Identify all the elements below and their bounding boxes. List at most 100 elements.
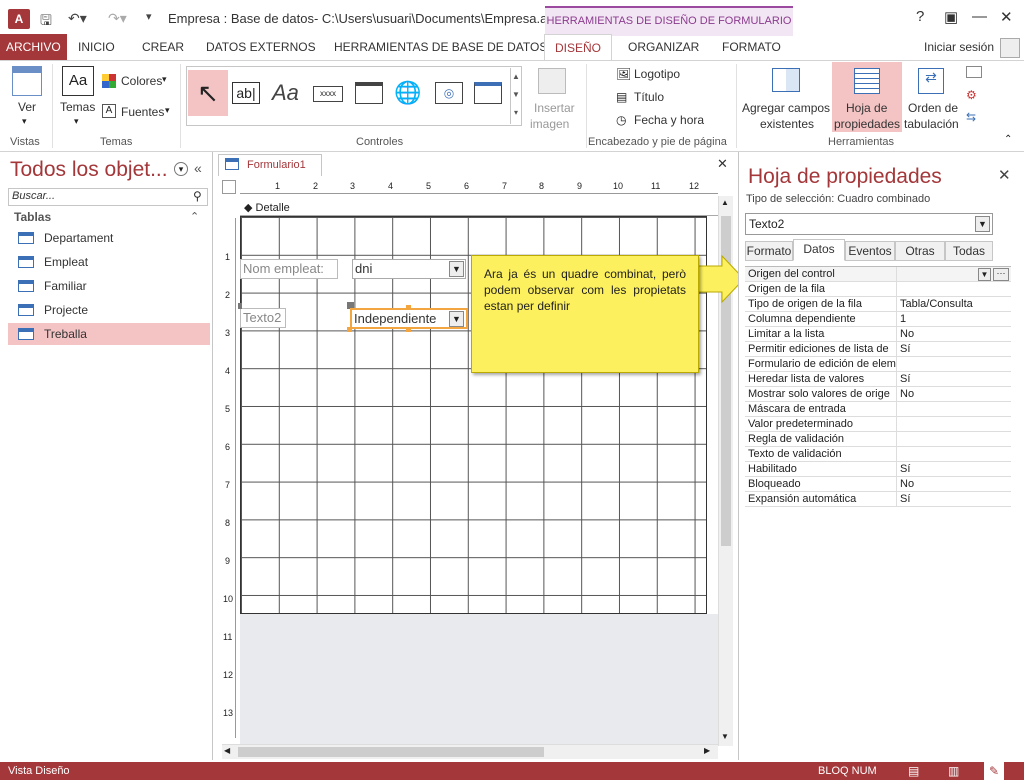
property-value[interactable] (897, 357, 1011, 371)
document-tab[interactable]: Formulario1 (218, 154, 322, 176)
design-view-icon[interactable]: ✎ (984, 762, 1004, 780)
fonts-button[interactable]: Fuentes (121, 105, 164, 119)
label-nom-empleat[interactable]: Nom empleat: (240, 259, 338, 279)
undo-icon[interactable]: ↶▾ (68, 10, 87, 27)
subform-icon[interactable] (966, 66, 982, 78)
builder-ellipsis-button[interactable]: ··· (993, 268, 1009, 281)
code-icon[interactable]: ⚙ (966, 88, 977, 102)
themes-button[interactable]: Temas (60, 100, 95, 114)
colors-button[interactable]: Colores (121, 74, 162, 88)
tab-inicio[interactable]: INICIO (70, 34, 123, 60)
tab-formato[interactable]: FORMATO (714, 34, 789, 60)
button-control-icon[interactable]: xxxx (313, 86, 343, 102)
select-pointer-icon[interactable]: ↖ (188, 70, 228, 116)
colors-dropdown-icon[interactable]: ▾ (162, 74, 167, 85)
add-fields-label-2[interactable]: existentes (760, 117, 814, 131)
label-texto2[interactable]: Texto2 (240, 308, 286, 328)
property-value[interactable]: Sí (897, 372, 1011, 386)
web-browser-control-icon[interactable]: ◎ (435, 82, 463, 104)
resize-handle[interactable] (406, 305, 411, 310)
property-value[interactable]: Tabla/Consulta (897, 297, 1011, 311)
property-row[interactable]: Origen de la fila (745, 282, 1011, 297)
search-icon[interactable]: ⚲ (193, 189, 202, 203)
customize-quick-access-icon[interactable]: ▾ (146, 10, 152, 23)
textbox-control-icon[interactable]: ab| (232, 82, 260, 104)
detail-section-bar[interactable]: ◆ Detalle (240, 200, 718, 216)
tab-order-label-1[interactable]: Orden de (908, 101, 958, 115)
access-app-icon[interactable]: A (8, 9, 30, 29)
horizontal-scrollbar[interactable]: ◀ ▶ (222, 744, 718, 759)
property-row[interactable]: Habilitado Sí (745, 462, 1011, 477)
property-value[interactable] (897, 402, 1011, 416)
property-value[interactable] (897, 432, 1011, 446)
nav-group-header[interactable]: Tablas (14, 210, 51, 224)
date-time-button[interactable]: Fecha y hora (634, 113, 704, 127)
property-sheet-icon[interactable] (854, 68, 880, 94)
signin-link[interactable]: Iniciar sesión (916, 34, 1002, 60)
shutter-bar-icon[interactable]: « (194, 160, 202, 176)
property-row[interactable]: Origen del control (745, 267, 1011, 282)
view-icon[interactable] (12, 66, 42, 96)
fonts-dropdown-icon[interactable]: ▾ (165, 105, 170, 116)
nav-pane-title[interactable]: Todos los objet... (10, 158, 168, 182)
form-view-icon[interactable]: ▤ (908, 762, 919, 780)
add-fields-icon[interactable] (772, 68, 800, 92)
nav-item-treballa[interactable]: Treballa (8, 323, 210, 345)
property-row[interactable]: Mostrar solo valores de orige No (745, 387, 1011, 402)
nav-item-empleat[interactable]: Empleat (8, 251, 210, 273)
close-property-sheet-icon[interactable]: ✕ (998, 166, 1011, 184)
view-button[interactable]: Ver (18, 100, 36, 114)
prop-tab-otras[interactable]: Otras (895, 241, 945, 261)
scroll-thumb[interactable] (238, 747, 544, 757)
title-button[interactable]: Título (634, 90, 664, 104)
selection-dropdown-icon[interactable]: ▼ (975, 216, 990, 232)
tab-archivo[interactable]: ARCHIVO (0, 34, 67, 60)
property-value[interactable]: No (897, 477, 1011, 491)
navigation-control-icon[interactable] (474, 82, 502, 104)
close-window-icon[interactable]: ✕ (1000, 8, 1013, 26)
themes-dropdown-icon[interactable]: ▾ (74, 116, 79, 127)
close-document-icon[interactable]: ✕ (717, 156, 728, 172)
move-handle[interactable] (238, 303, 242, 309)
prop-tab-formato[interactable]: Formato (745, 241, 793, 261)
hyperlink-control-icon[interactable]: 🌐 (394, 80, 421, 106)
colors-icon[interactable] (102, 74, 116, 88)
fonts-icon[interactable]: A (102, 104, 116, 118)
nav-menu-icon[interactable]: ▾ (174, 162, 188, 176)
resize-handle[interactable] (347, 327, 352, 332)
tab-order-icon[interactable]: ⇄ (918, 68, 944, 94)
tab-crear[interactable]: CREAR (134, 34, 192, 60)
property-row[interactable]: Máscara de entrada (745, 402, 1011, 417)
logo-icon[interactable]: 🖼 (616, 67, 631, 81)
property-value[interactable] (897, 447, 1011, 461)
themes-icon[interactable]: Aa (62, 66, 94, 96)
prop-tab-datos[interactable]: Datos (793, 239, 845, 261)
form-selector[interactable] (222, 180, 236, 194)
view-dropdown-icon[interactable]: ▾ (22, 116, 27, 127)
nav-search-input[interactable]: Buscar... (8, 188, 208, 206)
convert-macros-icon[interactable]: ⇆ (966, 110, 976, 124)
scroll-up-icon[interactable]: ▲ (721, 198, 729, 207)
property-sheet-label-1[interactable]: Hoja de (846, 101, 887, 115)
property-value[interactable]: Sí (897, 462, 1011, 476)
property-value[interactable]: No (897, 387, 1011, 401)
tab-datos-externos[interactable]: DATOS EXTERNOS (198, 34, 324, 60)
tab-diseno[interactable]: DISEÑO (544, 34, 612, 61)
resize-handle[interactable] (406, 327, 411, 332)
prop-tab-todas[interactable]: Todas (945, 241, 993, 261)
nav-item-projecte[interactable]: Projecte (8, 299, 210, 321)
property-value[interactable] (897, 417, 1011, 431)
property-row[interactable]: Formulario de edición de elem (745, 357, 1011, 372)
combo-dni-dropdown-icon[interactable]: ▼ (449, 261, 464, 277)
date-time-icon[interactable]: ◷ (616, 113, 626, 127)
prop-tab-eventos[interactable]: Eventos (845, 241, 895, 261)
title-icon[interactable]: ▤ (616, 90, 627, 104)
scroll-right-icon[interactable]: ▶ (704, 746, 710, 755)
tab-herramientas-bd[interactable]: HERRAMIENTAS DE BASE DE DATOS (326, 34, 555, 60)
property-row[interactable]: Tipo de origen de la fila Tabla/Consulta (745, 297, 1011, 312)
ribbon-display-icon[interactable]: ▣ (944, 8, 958, 26)
collapse-group-icon[interactable]: ⌃ (190, 210, 199, 223)
tab-control-icon[interactable] (355, 82, 383, 104)
property-value[interactable]: Sí (897, 492, 1011, 506)
add-fields-label-1[interactable]: Agregar campos (742, 101, 830, 115)
